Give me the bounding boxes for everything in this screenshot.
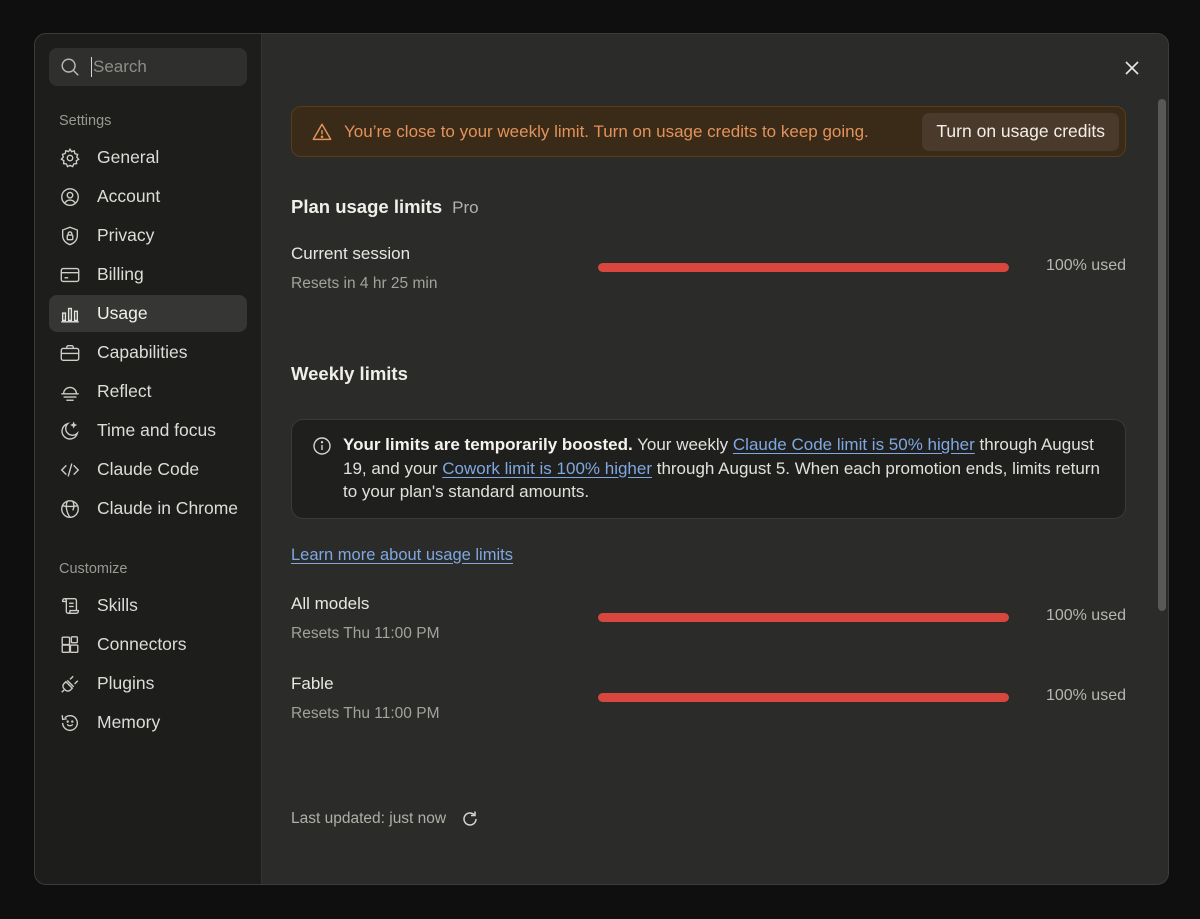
usage-row-all-models: All models Resets Thu 11:00 PM 100% used bbox=[291, 594, 1126, 654]
search-input[interactable] bbox=[91, 57, 231, 77]
usage-progress-bar bbox=[598, 612, 1009, 622]
sidebar-item-capabilities[interactable]: Capabilities bbox=[49, 334, 247, 371]
section-label-settings: Settings bbox=[59, 113, 112, 129]
globe-icon bbox=[61, 499, 79, 518]
plan-tier: Pro bbox=[452, 198, 479, 217]
search-icon bbox=[61, 58, 79, 76]
close-icon[interactable] bbox=[1122, 58, 1142, 78]
plan-header: Plan usage limits Pro bbox=[291, 196, 1126, 218]
usage-percent: 100% used bbox=[1045, 606, 1126, 624]
usage-progress-fill bbox=[598, 692, 1009, 702]
boost-notice-text: Your weekly bbox=[632, 435, 733, 454]
scroll-icon bbox=[61, 597, 79, 614]
sidebar-item-billing[interactable]: Billing bbox=[49, 256, 247, 293]
boost-notice: Your limits are temporarily boosted. You… bbox=[291, 419, 1126, 519]
sidebar-item-label: Privacy bbox=[97, 225, 155, 245]
learn-more-usage-limits-link[interactable]: Learn more about usage limits bbox=[291, 546, 513, 565]
last-updated-text: Last updated: just now bbox=[291, 810, 447, 827]
last-updated-footer: Last updated: just now bbox=[291, 809, 480, 829]
claude-code-limit-link[interactable]: Claude Code limit is 50% higher bbox=[733, 435, 975, 454]
horizon-icon bbox=[61, 386, 79, 401]
sidebar-item-label: Skills bbox=[97, 595, 138, 615]
shield-lock-icon bbox=[61, 226, 79, 245]
usage-percent: 100% used bbox=[1045, 686, 1126, 704]
usage-progress-bar bbox=[598, 692, 1009, 702]
sidebar-item-skills[interactable]: Skills bbox=[49, 587, 247, 624]
gear-icon bbox=[60, 147, 80, 168]
usage-progress-fill bbox=[598, 612, 1009, 622]
sidebar-item-connectors[interactable]: Connectors bbox=[49, 626, 247, 663]
warning-text: You’re close to your weekly limit. Turn … bbox=[344, 121, 869, 141]
boost-notice-bold: Your limits are temporarily boosted. bbox=[343, 435, 633, 454]
history-icon bbox=[61, 714, 78, 731]
sidebar-item-label: Billing bbox=[97, 264, 144, 284]
weekly-limit-warning-banner: You’re close to your weekly limit. Turn … bbox=[291, 106, 1126, 157]
sidebar-item-label: Plugins bbox=[97, 673, 155, 693]
sidebar-item-label: Reflect bbox=[97, 381, 152, 401]
usage-row-current-session: Current session Resets in 4 hr 25 min 10… bbox=[291, 244, 1126, 304]
sidebar-item-label: General bbox=[97, 147, 160, 167]
moon-icon bbox=[61, 420, 79, 440]
usage-reset-text: Resets Thu 11:00 PM bbox=[291, 624, 440, 642]
sidebar-item-memory[interactable]: Memory bbox=[49, 704, 247, 741]
plug-icon bbox=[61, 675, 79, 693]
usage-progress-bar bbox=[598, 263, 1009, 272]
sidebar-item-claude-code[interactable]: Claude Code bbox=[49, 451, 247, 488]
section-label-customize: Customize bbox=[59, 561, 128, 577]
code-icon bbox=[60, 462, 80, 477]
cowork-limit-link[interactable]: Cowork limit is 100% higher bbox=[442, 459, 652, 478]
info-icon bbox=[313, 437, 331, 455]
usage-content: You’re close to your weekly limit. Turn … bbox=[291, 106, 1126, 734]
turn-on-usage-credits-button[interactable]: Turn on usage credits bbox=[922, 112, 1119, 151]
sidebar: Settings General Account Privacy Billing… bbox=[35, 34, 262, 884]
sidebar-item-label: Usage bbox=[97, 303, 148, 323]
sidebar-item-reflect[interactable]: Reflect bbox=[49, 373, 247, 410]
usage-label: All models bbox=[291, 593, 370, 613]
sidebar-item-label: Time and focus bbox=[97, 420, 216, 440]
settings-dialog: Settings General Account Privacy Billing… bbox=[34, 33, 1169, 885]
sidebar-item-plugins[interactable]: Plugins bbox=[49, 665, 247, 702]
sidebar-item-label: Account bbox=[97, 186, 161, 206]
sidebar-item-label: Claude Code bbox=[97, 459, 200, 479]
search-box[interactable] bbox=[49, 48, 247, 86]
blocks-icon bbox=[61, 635, 79, 653]
sidebar-item-claude-in-chrome[interactable]: Claude in Chrome bbox=[49, 490, 247, 527]
usage-percent: 100% used bbox=[1045, 257, 1126, 274]
user-circle-icon bbox=[61, 187, 79, 206]
sidebar-item-general[interactable]: General bbox=[49, 139, 247, 176]
usage-reset-text: Resets in 4 hr 25 min bbox=[291, 275, 438, 292]
warning-icon bbox=[312, 122, 332, 140]
sidebar-item-label: Capabilities bbox=[97, 342, 188, 362]
usage-label: Current session bbox=[291, 244, 411, 263]
briefcase-icon bbox=[60, 344, 80, 361]
sidebar-item-label: Claude in Chrome bbox=[97, 498, 239, 518]
sidebar-item-privacy[interactable]: Privacy bbox=[49, 217, 247, 254]
sidebar-item-label: Memory bbox=[97, 712, 161, 732]
weekly-limits-title: Weekly limits bbox=[291, 363, 408, 384]
credit-card-icon bbox=[60, 267, 80, 282]
usage-panel: You’re close to your weekly limit. Turn … bbox=[262, 34, 1168, 884]
refresh-icon[interactable] bbox=[460, 809, 480, 829]
sidebar-item-usage[interactable]: Usage bbox=[49, 295, 247, 332]
usage-row-fable: Fable Resets Thu 11:00 PM 100% used bbox=[291, 674, 1126, 734]
plan-title: Plan usage limits bbox=[291, 196, 443, 217]
usage-label: Fable bbox=[291, 673, 334, 693]
bar-chart-icon bbox=[61, 307, 79, 322]
usage-reset-text: Resets Thu 11:00 PM bbox=[291, 704, 440, 722]
scrollbar[interactable] bbox=[1158, 99, 1166, 611]
sidebar-item-time-and-focus[interactable]: Time and focus bbox=[49, 412, 247, 449]
sidebar-item-account[interactable]: Account bbox=[49, 178, 247, 215]
usage-progress-fill bbox=[598, 263, 1009, 272]
sidebar-item-label: Connectors bbox=[97, 634, 187, 654]
